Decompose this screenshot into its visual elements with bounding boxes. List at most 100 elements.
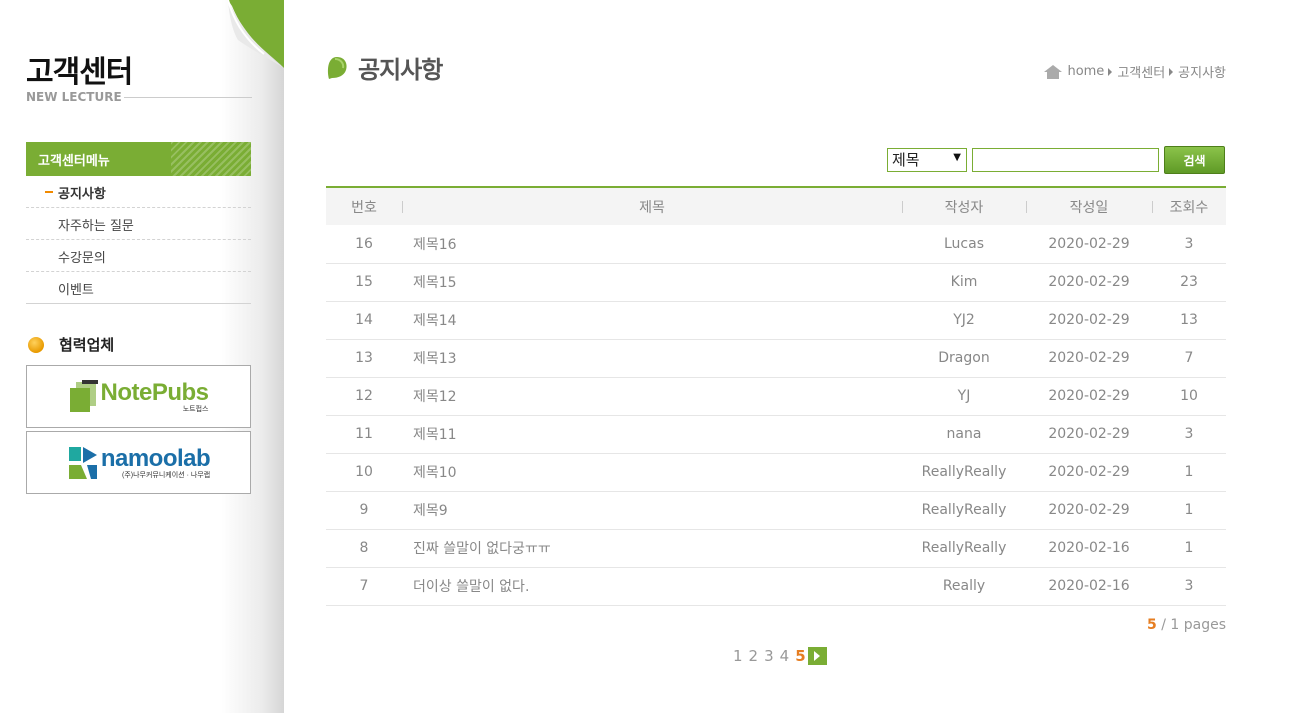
cell-number: 12 (326, 377, 402, 416)
cell-views: 13 (1152, 301, 1226, 340)
cell-title[interactable]: 제목15 (402, 263, 902, 302)
cell-views: 7 (1152, 339, 1226, 378)
table-row[interactable]: 9 제목9 ReallyReally 2020-02-29 1 (326, 491, 1226, 530)
col-views: 조회수 (1152, 187, 1226, 225)
notepubs-logo-icon (70, 379, 99, 412)
cell-title[interactable]: 제목10 (402, 453, 902, 492)
breadcrumb-home[interactable]: home (1067, 64, 1104, 79)
table-row[interactable]: 12 제목12 YJ 2020-02-29 10 (326, 377, 1226, 416)
search-input[interactable] (972, 148, 1159, 172)
cell-date: 2020-02-29 (1026, 225, 1152, 264)
table-row[interactable]: 14 제목14 YJ2 2020-02-29 13 (326, 301, 1226, 340)
partners-title: 협력업체 (59, 336, 115, 354)
cell-author: nana (902, 415, 1026, 454)
cell-title[interactable]: 제목12 (402, 377, 902, 416)
notice-table: 번호 제목 작성자 작성일 조회수 16 제목16 Lucas 2020-02-29 3… (326, 186, 1226, 606)
partner-banner-notepubs[interactable]: NotePubs 노트펍스 (26, 365, 251, 428)
sidebar-item-faq[interactable]: 자주하는 질문 (26, 208, 251, 240)
table-row[interactable]: 16 제목16 Lucas 2020-02-29 3 (326, 225, 1226, 264)
cell-views: 1 (1152, 453, 1226, 492)
namoolab-logo-text: namoolab (100, 445, 211, 472)
cell-author: YJ2 (902, 301, 1026, 340)
namoolab-logo-icon (68, 446, 97, 479)
cell-number: 8 (326, 529, 402, 568)
menu-header-label: 고객센터메뉴 (38, 154, 110, 169)
breadcrumb: home 고객센터 공지사항 (1043, 62, 1226, 81)
search-button[interactable]: 검색 (1164, 146, 1225, 174)
cell-author: Lucas (902, 225, 1026, 264)
cell-author: Dragon (902, 339, 1026, 378)
pages-info-total: / 1 pages (1161, 617, 1226, 633)
cell-title[interactable]: 제목9 (402, 491, 902, 530)
table-row[interactable]: 10 제목10 ReallyReally 2020-02-29 1 (326, 453, 1226, 492)
table-row[interactable]: 8 진짜 쓸말이 없다궁ㅠㅠ ReallyReally 2020-02-16 1 (326, 529, 1226, 568)
cell-number: 15 (326, 263, 402, 302)
cell-author: ReallyReally (902, 529, 1026, 568)
cell-date: 2020-02-29 (1026, 301, 1152, 340)
table-row[interactable]: 11 제목11 nana 2020-02-29 3 (326, 415, 1226, 454)
sidebar: 고객센터 NEW LECTURE 고객센터메뉴 공지사항 자주하는 질문 수강문… (0, 0, 284, 713)
search-bar: 제목 검색 (887, 146, 1225, 174)
cell-date: 2020-02-29 (1026, 377, 1152, 416)
page-link-current[interactable]: 5 (795, 647, 805, 665)
cell-views: 10 (1152, 377, 1226, 416)
table-row[interactable]: 15 제목15 Kim 2020-02-29 23 (326, 263, 1226, 302)
cell-title[interactable]: 제목14 (402, 301, 902, 340)
col-author: 작성자 (902, 187, 1026, 225)
menu-header-pattern (171, 142, 251, 176)
cell-views: 1 (1152, 491, 1226, 530)
cell-number: 16 (326, 225, 402, 264)
home-icon[interactable] (1043, 64, 1063, 80)
sidebar-title: 고객센터 (26, 55, 133, 90)
cell-views: 3 (1152, 567, 1226, 606)
sidebar-item-notice[interactable]: 공지사항 (26, 176, 251, 208)
cell-number: 13 (326, 339, 402, 378)
partner-banner-namoolab[interactable]: namoolab (주)나무커뮤니케이션 · 나무랩 (26, 431, 251, 494)
sidebar-item-inquiry[interactable]: 수강문의 (26, 240, 251, 272)
cell-title[interactable]: 진짜 쓸말이 없다궁ㅠㅠ (402, 529, 902, 568)
sidebar-subtitle: NEW LECTURE (26, 90, 252, 104)
sidebar-item-event[interactable]: 이벤트 (26, 272, 251, 304)
page-title-text: 공지사항 (358, 56, 443, 84)
breadcrumb-customer-center[interactable]: 고객센터 (1117, 62, 1165, 81)
cell-title[interactable]: 더이상 쓸말이 없다. (402, 567, 902, 606)
cell-author: ReallyReally (902, 453, 1026, 492)
cell-title[interactable]: 제목13 (402, 339, 902, 378)
cell-number: 7 (326, 567, 402, 606)
col-number: 번호 (326, 187, 402, 225)
cell-date: 2020-02-29 (1026, 453, 1152, 492)
cell-number: 10 (326, 453, 402, 492)
sidebar-menu: 공지사항 자주하는 질문 수강문의 이벤트 (26, 176, 251, 304)
next-page-button[interactable] (807, 647, 827, 665)
col-date: 작성일 (1026, 187, 1152, 225)
cell-author: YJ (902, 377, 1026, 416)
breadcrumb-current: 공지사항 (1178, 66, 1226, 81)
sidebar-subtitle-text: NEW LECTURE (26, 90, 122, 104)
namoolab-logo-sub: (주)나무커뮤니케이션 · 나무랩 (122, 472, 211, 479)
page-link[interactable]: 1 (733, 647, 743, 665)
play-arrow-icon (814, 651, 821, 661)
cell-author: Really (902, 567, 1026, 606)
breadcrumb-arrow-icon (1108, 67, 1113, 76)
cell-date: 2020-02-29 (1026, 491, 1152, 530)
cell-title[interactable]: 제목16 (402, 225, 902, 264)
table-body: 16 제목16 Lucas 2020-02-29 3 15 제목15 Kim 2020-02-2… (326, 225, 1226, 606)
cell-views: 23 (1152, 263, 1226, 302)
table-row[interactable]: 7 더이상 쓸말이 없다. Really 2020-02-16 3 (326, 567, 1226, 606)
page-curl-decoration (228, 0, 284, 68)
cell-title[interactable]: 제목11 (402, 415, 902, 454)
page-link[interactable]: 4 (780, 647, 790, 665)
pages-info-current: 5 (1147, 617, 1157, 633)
page-link[interactable]: 2 (749, 647, 759, 665)
leaf-icon (327, 56, 347, 79)
search-type-select[interactable]: 제목 (887, 148, 967, 172)
pages-info: 5 / 1 pages (1147, 617, 1226, 633)
table-header-row: 번호 제목 작성자 작성일 조회수 (326, 187, 1226, 225)
menu-header: 고객센터메뉴 (26, 142, 251, 176)
cell-number: 9 (326, 491, 402, 530)
table-row[interactable]: 13 제목13 Dragon 2020-02-29 7 (326, 339, 1226, 378)
subtitle-divider (123, 96, 252, 98)
page-link[interactable]: 3 (764, 647, 774, 665)
partners-heading: 협력업체 (28, 334, 114, 355)
cell-author: ReallyReally (902, 491, 1026, 530)
